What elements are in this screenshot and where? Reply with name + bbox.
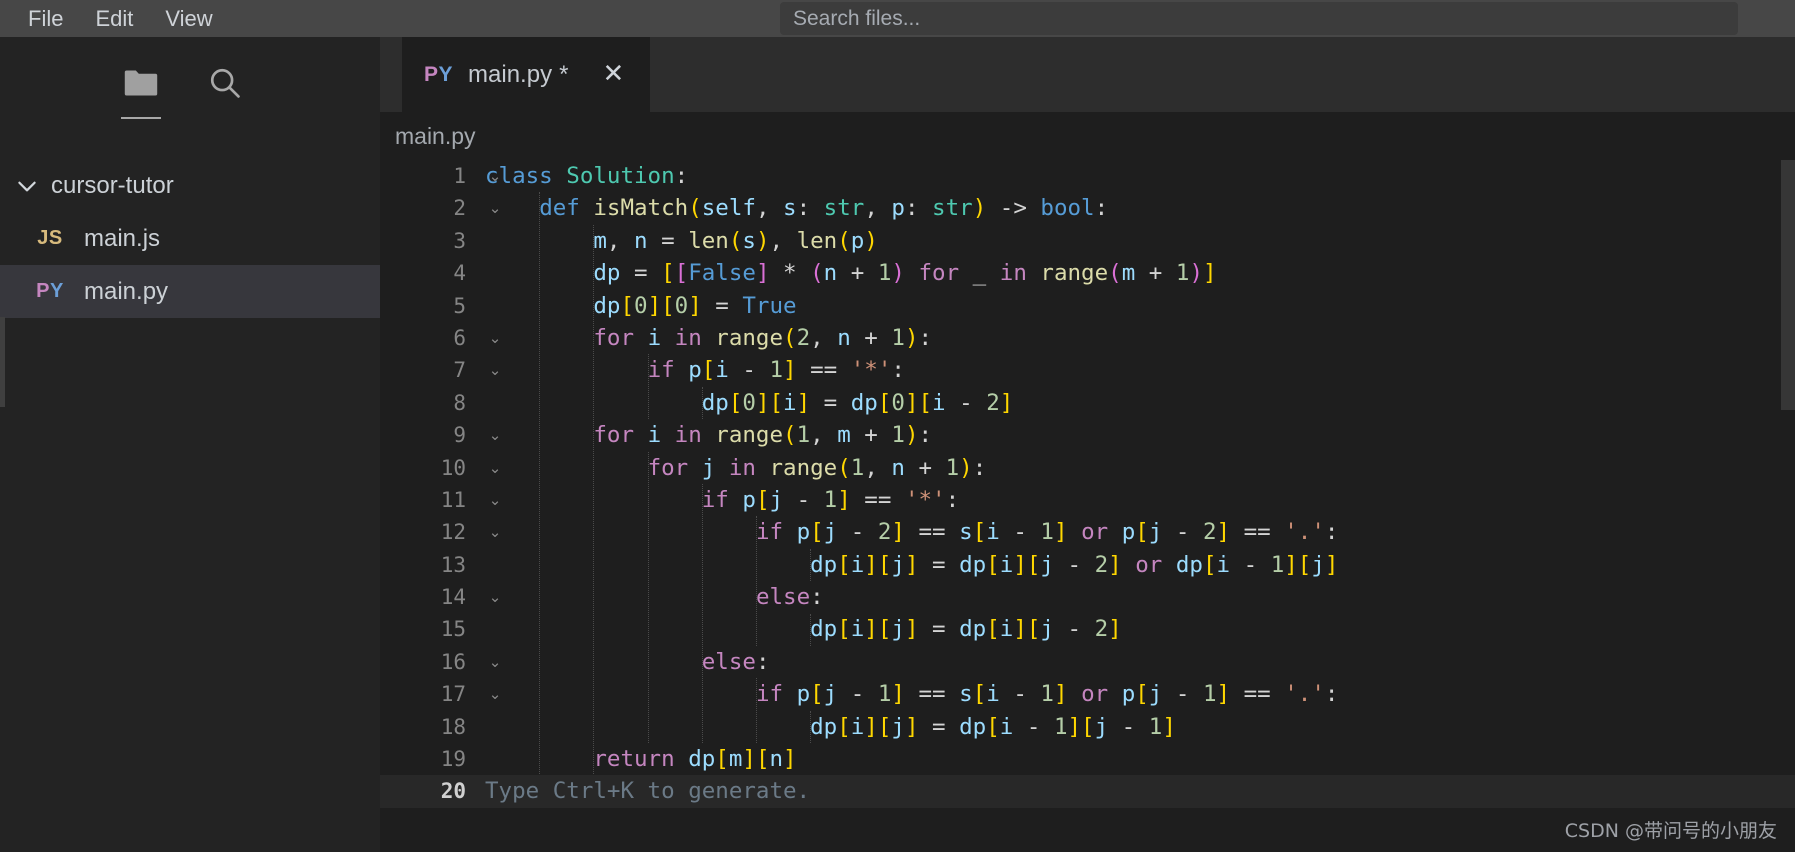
code-line[interactable]: 5 dp[0][0] = True [380, 290, 1795, 322]
py-file-icon: PY [36, 280, 64, 302]
code-text: else: [701, 648, 770, 675]
code-text: if p[i - 1] == '*': [647, 357, 905, 384]
sidebar-scrollbar[interactable] [0, 317, 5, 407]
code-text: for j in range(1, n + 1): [647, 454, 987, 481]
tree-folder-label: cursor-tutor [51, 171, 174, 199]
line-number: 1 [453, 164, 466, 188]
code-line[interactable]: 20 Type Ctrl+K to generate. [380, 775, 1795, 808]
code-line[interactable]: 19 return dp[m][n] [380, 743, 1795, 775]
js-file-icon: JS [37, 227, 63, 249]
code-line[interactable]: 9 ⌄ for i in range(1, m + 1): [380, 419, 1795, 451]
line-number: 5 [453, 293, 466, 318]
menu-item-edit[interactable]: Edit [85, 7, 143, 30]
code-text: for i in range(1, m + 1): [593, 422, 933, 449]
code-line[interactable]: 15 dp[i][j] = dp[i][j - 2] [380, 613, 1795, 645]
code-text: Type Ctrl+K to generate. [485, 775, 810, 807]
active-indicator [121, 117, 161, 119]
tab-label: main.py [468, 61, 553, 88]
line-number: 11 [440, 487, 466, 512]
sidebar: cursor-tutor JS main.js PY main.py [0, 37, 380, 852]
line-number: 9 [453, 423, 466, 448]
code-line[interactable]: 17 ⌄ if p[j - 1] == s[i - 1] or p[j - 1] … [380, 678, 1795, 710]
code-line[interactable]: 2 ⌄ def isMatch(self, s: str, p: str) -> … [380, 192, 1795, 224]
close-icon[interactable]: ✕ [598, 60, 628, 90]
line-number: 18 [440, 714, 466, 739]
tab-dirty-indicator: * [559, 61, 569, 88]
chevron-down-icon [12, 171, 42, 201]
line-number: 10 [440, 455, 466, 480]
scrollbar-thumb[interactable] [1781, 160, 1795, 410]
code-line[interactable]: 4 dp = [[False] * (n + 1) for _ in range… [380, 257, 1795, 289]
line-number: 19 [440, 747, 466, 772]
code-line[interactable]: 8 dp[0][i] = dp[0][i - 2] [380, 387, 1795, 419]
code-text: dp[0][i] = dp[0][i - 2] [701, 389, 1014, 416]
line-number: 7 [453, 358, 466, 383]
line-number: 17 [440, 682, 466, 707]
editor-scrollbar[interactable] [1781, 160, 1795, 852]
code-text: dp[i][j] = dp[i][j - 2] [810, 616, 1122, 643]
code-line[interactable]: 6 ⌄ for i in range(2, n + 1): [380, 322, 1795, 354]
breadcrumb: main.py [380, 112, 1795, 160]
line-number: 6 [453, 325, 466, 350]
tree-folder-root[interactable]: cursor-tutor [0, 159, 380, 212]
code-text: class Solution: [485, 163, 689, 189]
breadcrumb-item[interactable]: main.py [395, 123, 476, 150]
code-line[interactable]: 12 ⌄ if p[j - 2] == s[i - 1] or p[j - 2] … [380, 516, 1795, 548]
line-number: 3 [453, 228, 466, 253]
code-line[interactable]: 10 ⌄ for j in range(1, n + 1): [380, 452, 1795, 484]
line-number: 4 [453, 261, 466, 286]
code-text: m, n = len(s), len(p) [593, 227, 878, 254]
code-text: dp[i][j] = dp[i - 1][j - 1] [810, 713, 1176, 740]
tree-file-main-py[interactable]: PY main.py [0, 265, 380, 318]
py-file-icon: PY [424, 63, 454, 86]
explorer-button[interactable] [112, 57, 170, 119]
tree-file-main-js[interactable]: JS main.js [0, 212, 380, 265]
menu-item-file[interactable]: File [18, 7, 73, 30]
code-text: else: [755, 584, 824, 611]
sidebar-icon-strip [0, 55, 380, 119]
code-text: dp[0][0] = True [593, 292, 797, 319]
code-text: def isMatch(self, s: str, p: str) -> boo… [539, 195, 1109, 222]
code-text: dp[i][j] = dp[i][j - 2] or dp[i - 1][j] [810, 551, 1339, 578]
code-text: return dp[m][n] [593, 746, 797, 773]
search-input[interactable] [780, 2, 1738, 35]
line-number: 2 [453, 196, 466, 221]
code-line[interactable]: 11 ⌄ if p[j - 1] == '*': [380, 484, 1795, 516]
code-line[interactable]: 18 dp[i][j] = dp[i - 1][j - 1] [380, 711, 1795, 743]
code-line[interactable]: 16 ⌄ else: [380, 646, 1795, 678]
tab-main-py[interactable]: PY main.py * ✕ [402, 37, 651, 112]
menu-bar: File Edit View [0, 0, 1795, 37]
tree-file-label: main.py [84, 277, 169, 305]
line-number: 8 [453, 390, 466, 415]
code-text: for i in range(2, n + 1): [593, 324, 933, 351]
menu-item-view[interactable]: View [155, 7, 222, 30]
line-number: 16 [440, 649, 466, 674]
tab-bar: PY main.py * ✕ [380, 37, 1795, 112]
code-line[interactable]: 3 m, n = len(s), len(p) [380, 225, 1795, 257]
inline-hint-text: Type Ctrl+K to generate. [485, 778, 811, 805]
code-text: if p[j - 2] == s[i - 1] or p[j - 2] == '… [755, 519, 1339, 546]
file-tree: cursor-tutor JS main.js PY main.py [0, 159, 380, 318]
code-lines: 1 ⌄ class Solution: 2 ⌄ def isMatch(self, s:… [380, 160, 1795, 808]
line-number: 20 [440, 779, 466, 804]
code-text: if p[j - 1] == s[i - 1] or p[j - 1] == '… [755, 681, 1339, 708]
search-button[interactable] [196, 57, 254, 113]
editor-window: File Edit View Search files... cursor-tu… [0, 0, 1795, 852]
code-editor[interactable]: 1 ⌄ class Solution: 2 ⌄ def isMatch(self, s:… [380, 160, 1795, 852]
code-text: if p[j - 1] == '*': [701, 486, 960, 513]
code-text: dp = [[False] * (n + 1) for _ in range(m… [593, 260, 1217, 287]
line-number: 12 [440, 520, 466, 545]
code-line[interactable]: 13 dp[i][j] = dp[i][j - 2] or dp[i - 1][… [380, 549, 1795, 581]
line-number: 13 [440, 552, 466, 577]
line-number: 14 [440, 585, 466, 610]
code-line[interactable]: 14 ⌄ else: [380, 581, 1795, 613]
search-icon [208, 66, 242, 105]
code-line[interactable]: 7 ⌄ if p[i - 1] == '*': [380, 354, 1795, 386]
editor-group: PY main.py * ✕ main.py 1 ⌄ class Solution:… [380, 37, 1795, 852]
code-line[interactable]: 1 ⌄ class Solution: [380, 160, 1795, 192]
line-number: 15 [440, 617, 466, 642]
tree-file-label: main.js [84, 224, 161, 252]
folder-icon [123, 69, 159, 102]
